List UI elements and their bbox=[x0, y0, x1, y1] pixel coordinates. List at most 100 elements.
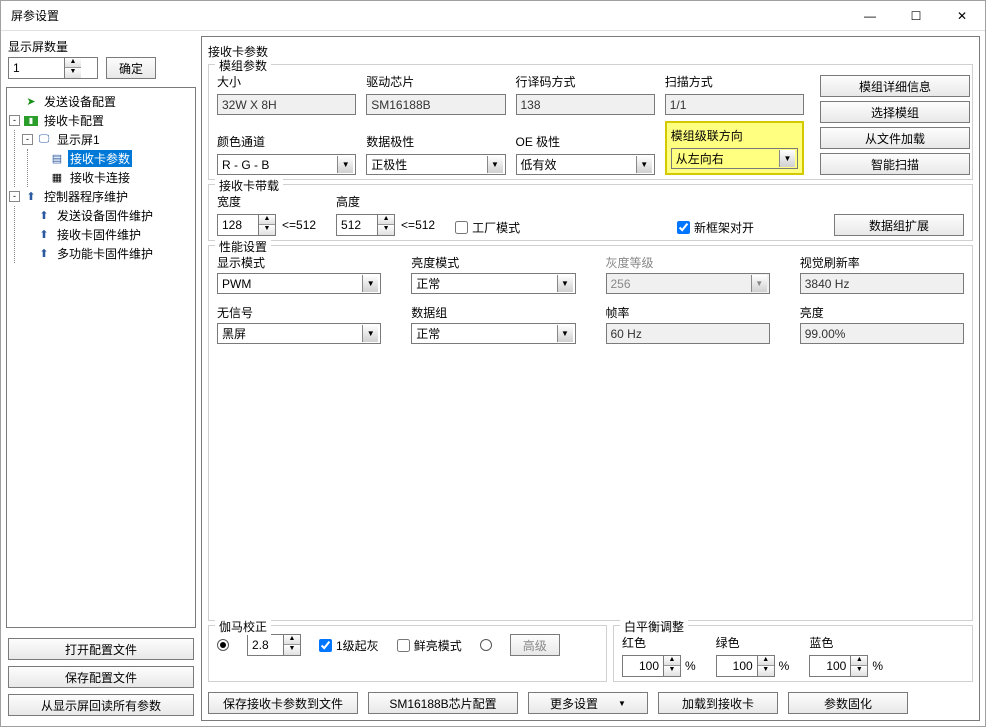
tree-recv-config[interactable]: -▮ 接收卡配置 bbox=[9, 111, 193, 130]
gray-select: 256▼ bbox=[606, 273, 770, 294]
height-spinner[interactable]: ▲▼ bbox=[336, 214, 395, 236]
dispmode-label: 显示模式 bbox=[217, 254, 381, 271]
brightness-label: 亮度 bbox=[800, 304, 964, 321]
cascade-label: 模组级联方向 bbox=[671, 127, 798, 144]
tree-ctrl-maint[interactable]: -⬆ 控制器程序维护 bbox=[9, 187, 193, 206]
spin-up[interactable]: ▲ bbox=[65, 58, 81, 68]
spin-up[interactable]: ▲ bbox=[851, 656, 867, 666]
gamma-radio[interactable] bbox=[217, 639, 229, 651]
oe-select[interactable]: 低有效▼ bbox=[516, 154, 655, 175]
dispmode-select[interactable]: PWM▼ bbox=[217, 273, 381, 294]
pct-label: % bbox=[872, 659, 883, 673]
save-param-file-button[interactable]: 保存接收卡参数到文件 bbox=[208, 692, 358, 714]
chevron-down-icon: ▼ bbox=[337, 156, 353, 173]
tree-screen1[interactable]: -🖵 显示屏1 bbox=[22, 130, 193, 149]
green-input[interactable] bbox=[717, 656, 757, 676]
chevron-down-icon: ▼ bbox=[557, 275, 573, 292]
spin-up[interactable]: ▲ bbox=[758, 656, 774, 666]
spin-down[interactable]: ▼ bbox=[664, 666, 680, 676]
color-label: 颜色通道 bbox=[217, 133, 356, 150]
collapse-icon[interactable]: - bbox=[9, 115, 20, 126]
spin-up[interactable]: ▲ bbox=[664, 656, 680, 666]
chevron-down-icon: ▼ bbox=[636, 156, 652, 173]
spin-up[interactable]: ▲ bbox=[259, 215, 275, 225]
select-module-button[interactable]: 选择模组 bbox=[820, 101, 970, 123]
collapse-icon[interactable]: - bbox=[22, 134, 33, 145]
card-icon: ▮ bbox=[24, 116, 38, 126]
width-max: <=512 bbox=[282, 218, 316, 232]
open-config-button[interactable]: 打开配置文件 bbox=[8, 638, 194, 660]
level1-check[interactable]: 1级起灰 bbox=[319, 637, 379, 654]
width-spinner[interactable]: ▲▼ bbox=[217, 214, 276, 236]
red-spinner[interactable]: ▲▼ bbox=[622, 655, 681, 677]
tree-recv-conn[interactable]: ▦ 接收卡连接 bbox=[35, 168, 193, 187]
solidify-button[interactable]: 参数固化 bbox=[788, 692, 908, 714]
module-detail-button[interactable]: 模组详细信息 bbox=[820, 75, 970, 97]
tree-recv-param[interactable]: ▤ 接收卡参数 bbox=[35, 149, 193, 168]
main-window: 屏参设置 — ☐ ✕ 显示屏数量 ▲▼ 确定 ➤ bbox=[0, 0, 986, 727]
collapse-icon[interactable]: - bbox=[9, 191, 20, 202]
spin-down[interactable]: ▼ bbox=[851, 666, 867, 676]
green-spinner[interactable]: ▲▼ bbox=[716, 655, 775, 677]
data-extend-button[interactable]: 数据组扩展 bbox=[834, 214, 964, 236]
spin-up[interactable]: ▲ bbox=[284, 635, 300, 645]
radio-on-icon bbox=[217, 639, 229, 651]
whitebalance-group: 白平衡调整 红色▲▼% 绿色▲▼% 蓝色▲▼% bbox=[613, 625, 973, 682]
chip-config-button[interactable]: SM16188B芯片配置 bbox=[368, 692, 518, 714]
red-input[interactable] bbox=[623, 656, 663, 676]
spin-down[interactable]: ▼ bbox=[758, 666, 774, 676]
tree-view[interactable]: ➤ 发送设备配置 -▮ 接收卡配置 -🖵 显示屏1 ▤ 接收卡参数 bbox=[6, 87, 196, 628]
framerate-label: 帧率 bbox=[606, 304, 770, 321]
more-settings-button[interactable]: 更多设置▼ bbox=[528, 692, 648, 714]
newframe-check[interactable]: 新框架对开 bbox=[677, 219, 754, 236]
tree-multi-firmware[interactable]: ⬆ 多功能卡固件维护 bbox=[22, 244, 193, 263]
save-config-button[interactable]: 保存配置文件 bbox=[8, 666, 194, 688]
smart-scan-button[interactable]: 智能扫描 bbox=[820, 153, 970, 175]
title-controls: — ☐ ✕ bbox=[847, 1, 985, 31]
brightmode-check[interactable]: 鲜亮模式 bbox=[397, 637, 462, 654]
chip-label: 驱动芯片 bbox=[366, 73, 505, 90]
close-button[interactable]: ✕ bbox=[939, 1, 985, 31]
nosignal-select[interactable]: 黑屏▼ bbox=[217, 323, 381, 344]
gamma-input[interactable] bbox=[248, 635, 283, 655]
carry-legend: 接收卡带载 bbox=[215, 177, 283, 194]
datagroup-select[interactable]: 正常▼ bbox=[411, 323, 575, 344]
polarity-select[interactable]: 正极性▼ bbox=[366, 154, 505, 175]
screen-count-spinner[interactable]: ▲▼ bbox=[8, 57, 98, 79]
scan-label: 扫描方式 bbox=[665, 73, 804, 90]
spin-down[interactable]: ▼ bbox=[259, 225, 275, 235]
spin-down[interactable]: ▼ bbox=[284, 645, 300, 655]
confirm-button[interactable]: 确定 bbox=[106, 57, 156, 79]
gamma-radio-2 bbox=[480, 639, 492, 651]
cascade-select[interactable]: 从左向右▼ bbox=[671, 148, 798, 169]
tree-recv-firmware[interactable]: ⬆ 接收卡固件维护 bbox=[22, 225, 193, 244]
blue-input[interactable] bbox=[810, 656, 850, 676]
factory-check[interactable]: 工厂模式 bbox=[455, 219, 520, 236]
polarity-label: 数据极性 bbox=[366, 133, 505, 150]
pct-label: % bbox=[779, 659, 790, 673]
red-label: 红色 bbox=[622, 634, 696, 651]
spin-up[interactable]: ▲ bbox=[378, 215, 394, 225]
maximize-button[interactable]: ☐ bbox=[893, 1, 939, 31]
color-select[interactable]: R - G - B▼ bbox=[217, 154, 356, 175]
brightmode-select[interactable]: 正常▼ bbox=[411, 273, 575, 294]
spin-down[interactable]: ▼ bbox=[378, 225, 394, 235]
height-input[interactable] bbox=[337, 215, 377, 235]
screen-count-input[interactable] bbox=[9, 58, 64, 78]
read-from-screen-button[interactable]: 从显示屏回读所有参数 bbox=[8, 694, 194, 716]
spin-down[interactable]: ▼ bbox=[65, 68, 81, 78]
size-value: 32W X 8H bbox=[217, 94, 356, 115]
tree-send-device[interactable]: ➤ 发送设备配置 bbox=[9, 92, 193, 111]
minimize-button[interactable]: — bbox=[847, 1, 893, 31]
screen-count-group: 显示屏数量 ▲▼ 确定 bbox=[6, 36, 196, 85]
load-to-card-button[interactable]: 加载到接收卡 bbox=[658, 692, 778, 714]
chevron-down-icon: ▼ bbox=[362, 275, 378, 292]
load-from-file-button[interactable]: 从文件加载 bbox=[820, 127, 970, 149]
tree-send-firmware[interactable]: ⬆ 发送设备固件维护 bbox=[22, 206, 193, 225]
gamma-spinner[interactable]: ▲▼ bbox=[247, 634, 301, 656]
right-pane: 接收卡参数 模组参数 大小32W X 8H 驱动芯片SM16188B 行译码方式… bbox=[201, 36, 980, 721]
blue-spinner[interactable]: ▲▼ bbox=[809, 655, 868, 677]
gamma-group: 伽马校正 ▲▼ 1级起灰 鲜亮模式 高级 bbox=[208, 625, 607, 682]
width-input[interactable] bbox=[218, 215, 258, 235]
window-title: 屏参设置 bbox=[11, 7, 59, 24]
